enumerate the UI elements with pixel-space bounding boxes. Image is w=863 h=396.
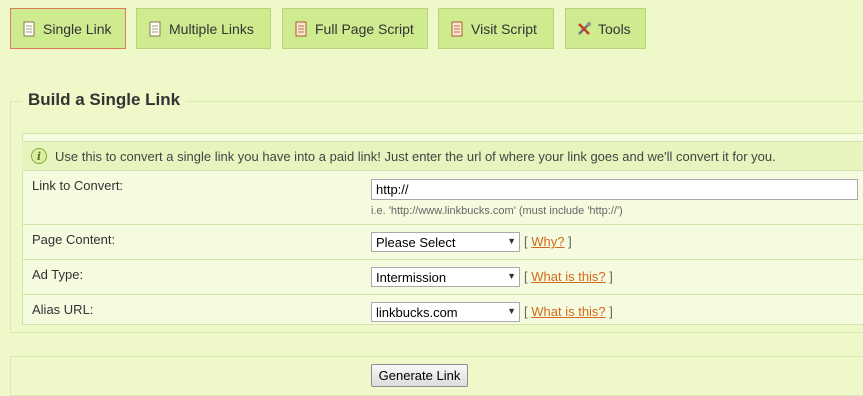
alias-help: [ What is this? ] [524,304,613,319]
document-icon [21,21,37,37]
page-content-help: [ Why? ] [524,234,572,249]
script-icon [293,21,309,37]
divider [22,294,863,295]
tab-visit-script[interactable]: Visit Script [438,8,554,49]
divider [22,224,863,225]
tab-label: Multiple Links [169,20,254,37]
info-icon: i [31,148,47,164]
tab-label: Full Page Script [315,20,414,37]
tab-single-link[interactable]: Single Link [10,8,126,49]
what-is-this-link[interactable]: What is this? [531,304,605,319]
link-label: Link to Convert: [32,178,124,193]
why-link[interactable]: Why? [531,234,564,249]
tab-label: Visit Script [471,20,537,37]
document-icon [147,21,163,37]
page-content-label: Page Content: [32,232,116,247]
chevron-down-icon: ▼ [507,306,516,316]
ad-type-help: [ What is this? ] [524,269,613,284]
tab-multiple-links[interactable]: Multiple Links [136,8,271,49]
chevron-down-icon: ▼ [507,236,516,246]
alias-select[interactable]: linkbucks.com ▼ [371,302,520,322]
generate-link-button[interactable]: Generate Link [371,364,468,387]
link-input[interactable] [371,179,858,200]
tab-label: Single Link [43,20,112,37]
ad-type-select[interactable]: Intermission ▼ [371,267,520,287]
tab-label: Tools [598,20,631,37]
chevron-down-icon: ▼ [507,271,516,281]
link-hint: i.e. 'http://www.linkbucks.com' (must in… [371,205,623,217]
alias-value: linkbucks.com [376,304,458,320]
divider [22,259,863,260]
tab-tools[interactable]: Tools [565,8,646,49]
section-title: Build a Single Link [22,90,187,110]
script-icon [449,21,465,37]
page-content-select[interactable]: Please Select ▼ [371,232,520,252]
ad-type-value: Intermission [376,269,447,285]
what-is-this-link[interactable]: What is this? [531,269,605,284]
page-content-value: Please Select [376,234,456,250]
alias-label: Alias URL: [32,302,94,317]
info-banner: i Use this to convert a single link you … [22,141,863,171]
tab-full-page-script[interactable]: Full Page Script [282,8,428,49]
ad-type-label: Ad Type: [32,267,84,282]
info-text: Use this to convert a single link you ha… [55,148,776,164]
tools-icon [576,21,592,37]
